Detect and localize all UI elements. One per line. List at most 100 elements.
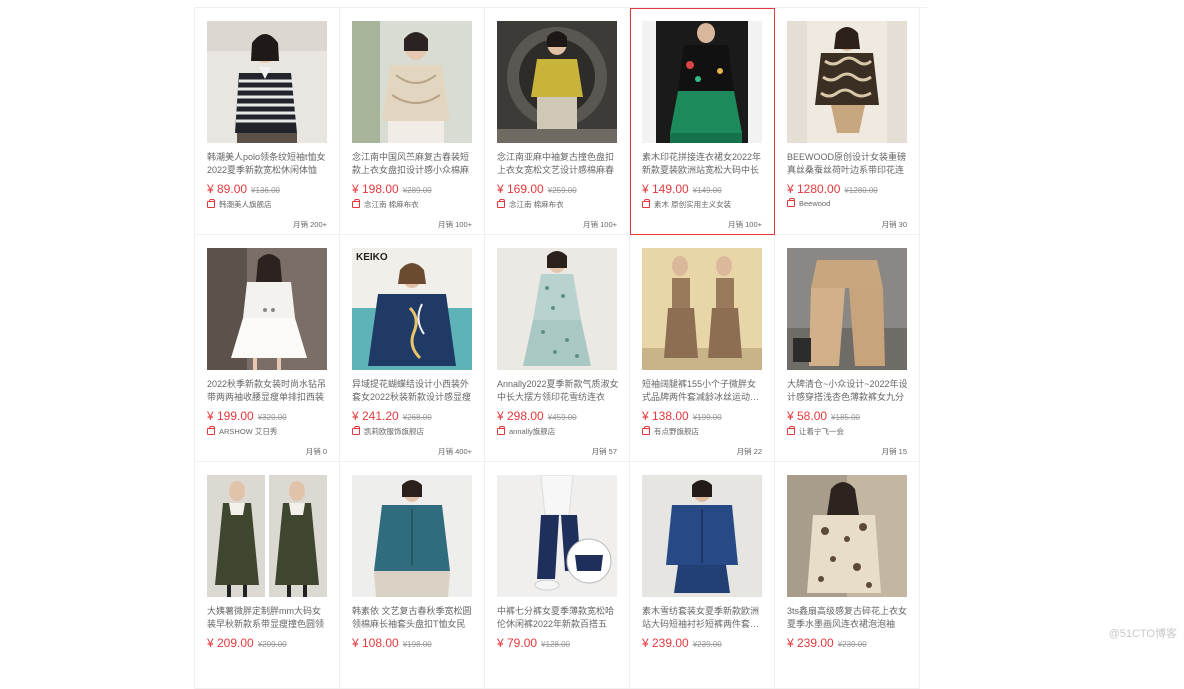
monthly-sales: 月销 100+: [728, 220, 762, 229]
shop-icon: [207, 199, 215, 208]
product-title[interactable]: 念江南亚麻中袖复古撞色盘扣上衣女宽松文艺设计感棉麻春: [497, 151, 619, 177]
product-card[interactable]: Annally2022夏季新款气质淑女中长大摆方领印花雪纺连衣 ¥ 298.00…: [485, 235, 630, 462]
product-title[interactable]: 素木印花拼接连衣裙女2022年新款夏装欧洲站宽松大码中长: [642, 151, 764, 177]
shop-link[interactable]: 让着宁飞一会: [787, 426, 844, 437]
product-image[interactable]: [497, 21, 617, 143]
product-price: ¥ 89.00: [207, 182, 248, 196]
original-price: ¥289.00: [402, 186, 432, 195]
product-image[interactable]: [787, 475, 907, 597]
shop-name: ARSHOW 艾日秀: [219, 427, 278, 436]
product-title[interactable]: 大牌清仓~小众设计~2022年设计感穿搭浅杏色薄款裤女九分: [787, 378, 909, 404]
product-price: ¥ 239.00: [642, 636, 689, 650]
original-price: ¥320.00: [257, 413, 287, 422]
shop-icon: [497, 426, 505, 435]
product-card[interactable]: 中裤七分裤女夏季薄款宽松哈伦休闲裤2022年新款百搭五 ¥ 79.00 ¥128.…: [485, 462, 630, 689]
product-title[interactable]: 素木雪纺套装女夏季新款欧洲站大码短袖衬衫短裤两件套2022: [642, 605, 764, 631]
product-title[interactable]: 短袖阔腿裤155小个子微胖女式品牌两件套减龄冰丝运动休闲: [642, 378, 764, 404]
product-card[interactable]: 韩潮美人polo领条纹短袖t恤女2022夏季新款宽松休闲体恤 ¥ 89.00 ¥1…: [195, 8, 340, 235]
site-watermark: @51CTO博客: [1108, 628, 1177, 640]
shop-link[interactable]: 念江南 棉麻布衣: [352, 199, 419, 210]
monthly-sales: 月销 15: [881, 447, 907, 456]
shop-link[interactable]: 素木 原创实用主义女装: [642, 199, 731, 210]
product-price: ¥ 209.00: [207, 636, 254, 650]
product-price: ¥ 241.20: [352, 409, 399, 423]
product-card[interactable]: 素木印花拼接连衣裙女2022年新款夏装欧洲站宽松大码中长 ¥ 149.00 ¥14…: [630, 8, 775, 235]
product-card[interactable]: 短袖阔腿裤155小个子微胖女式品牌两件套减龄冰丝运动休闲 ¥ 138.00¥19…: [630, 235, 775, 462]
shop-name: 凯莉欧服饰旗舰店: [364, 427, 424, 436]
original-price: ¥1280.00: [844, 186, 878, 195]
original-price: ¥149.00: [692, 186, 722, 195]
original-price: ¥259.00: [547, 186, 577, 195]
product-image[interactable]: [642, 21, 762, 143]
shop-link[interactable]: Beewood: [787, 198, 831, 208]
product-price: ¥ 169.00: [497, 182, 544, 196]
product-title[interactable]: 大姨薯微胖定制胖mm大码女装早秋新款系带显瘦撞色圆领: [207, 605, 329, 631]
product-card[interactable]: 素木雪纺套装女夏季新款欧洲站大码短袖衬衫短裤两件套2022 ¥ 239.00¥2…: [630, 462, 775, 689]
original-price: ¥459.00: [547, 413, 577, 422]
product-price: ¥ 198.00: [352, 182, 399, 196]
shop-icon: [352, 199, 360, 208]
original-price: ¥199.00: [692, 413, 722, 422]
shop-icon: [787, 426, 795, 435]
monthly-sales: 月销 57: [591, 447, 617, 456]
product-card[interactable]: BEEWOOD原创设计女装重磅真丝桑蚕丝荷叶边系带印花连 ¥ 1280.00 ¥1…: [775, 8, 920, 235]
product-title[interactable]: Annally2022夏季新款气质淑女中长大摆方领印花雪纺连衣: [497, 378, 619, 404]
product-card[interactable]: 韩素依 文艺复古春秋季宽松圆领棉麻长袖套头盘扣T恤女民 ¥ 108.00 ¥198…: [340, 462, 485, 689]
product-title[interactable]: BEEWOOD原创设计女装重磅真丝桑蚕丝荷叶边系带印花连: [787, 151, 909, 177]
product-price: ¥ 108.00: [352, 636, 399, 650]
product-card[interactable]: 念江南亚麻中袖复古撞色盘扣上衣女宽松文艺设计感棉麻春 ¥ 169.00 ¥259.…: [485, 8, 630, 235]
product-title[interactable]: 中裤七分裤女夏季薄款宽松哈伦休闲裤2022年新款百搭五: [497, 605, 619, 631]
product-image[interactable]: [497, 248, 617, 370]
product-card[interactable]: KEIKO 异域提花蝴蝶结设计小西装外套女2022秋装新款设计感显瘦 ¥ 241…: [340, 235, 485, 462]
monthly-sales: 月销 0: [305, 447, 327, 456]
product-price: ¥ 199.00: [207, 409, 254, 423]
product-card[interactable]: 念江南中国风苎麻复古春装短款上衣女盘扣设计感小众棉麻 ¥ 198.00 ¥289.…: [340, 8, 485, 235]
product-image[interactable]: [642, 248, 762, 370]
product-card[interactable]: 大姨薯微胖定制胖mm大码女装早秋新款系带显瘦撞色圆领 ¥ 209.00 ¥209.…: [195, 462, 340, 689]
product-image[interactable]: [207, 248, 327, 370]
product-image[interactable]: [352, 475, 472, 597]
shop-name: 让着宁飞一会: [799, 427, 844, 436]
product-price: ¥ 79.00: [497, 636, 538, 650]
shop-name: Beewood: [799, 199, 831, 208]
original-price: ¥268.00: [402, 413, 432, 422]
product-price: ¥ 138.00: [642, 409, 689, 423]
product-card[interactable]: 大牌清仓~小众设计~2022年设计感穿搭浅杏色薄款裤女九分 ¥ 58.00 ¥18…: [775, 235, 920, 462]
product-title[interactable]: 2022秋季新款女装时尚水钻吊带两两袖收腰显瘦单排扣西装: [207, 378, 329, 404]
product-price: ¥ 58.00: [787, 409, 828, 423]
monthly-sales: 月销 400+: [438, 447, 472, 456]
shop-link[interactable]: 凯莉欧服饰旗舰店: [352, 426, 424, 437]
product-card[interactable]: 3ts鑫扇高级感复古碎花上衣女夏季水墨画风连衣裙泡泡袖 ¥ 239.00 ¥239…: [775, 462, 920, 689]
monthly-sales: 月销 200+: [293, 220, 327, 229]
shop-link[interactable]: annally旗舰店: [497, 426, 555, 437]
shop-link[interactable]: ARSHOW 艾日秀: [207, 426, 277, 437]
shop-name: 念江南 棉麻布衣: [364, 200, 419, 209]
product-price: ¥ 298.00: [497, 409, 544, 423]
product-image[interactable]: [352, 21, 472, 143]
product-title[interactable]: 韩素依 文艺复古春秋季宽松圆领棉麻长袖套头盘扣T恤女民: [352, 605, 474, 631]
product-title[interactable]: 异域提花蝴蝶结设计小西装外套女2022秋装新款设计感显瘦: [352, 378, 474, 404]
product-title[interactable]: 3ts鑫扇高级感复古碎花上衣女夏季水墨画风连衣裙泡泡袖: [787, 605, 909, 631]
shop-icon: [642, 199, 650, 208]
product-title[interactable]: 念江南中国风苎麻复古春装短款上衣女盘扣设计感小众棉麻: [352, 151, 474, 177]
shop-icon: [642, 426, 650, 435]
product-image[interactable]: [207, 475, 327, 597]
monthly-sales: 月销 30: [881, 220, 907, 229]
shop-name: 有点野旗舰店: [654, 427, 699, 436]
product-card[interactable]: 2022秋季新款女装时尚水钻吊带两两袖收腰显瘦单排扣西装 ¥ 199.00 ¥32…: [195, 235, 340, 462]
product-price: ¥ 1280.00: [787, 182, 841, 196]
product-image[interactable]: [497, 475, 617, 597]
product-image[interactable]: KEIKO: [352, 248, 472, 370]
product-image[interactable]: [787, 21, 907, 143]
shop-link[interactable]: 韩潮美人旗舰店: [207, 199, 272, 210]
product-image[interactable]: [787, 248, 907, 370]
product-image[interactable]: [642, 475, 762, 597]
shop-link[interactable]: 念江南 棉麻布衣: [497, 199, 564, 210]
shop-link[interactable]: 有点野旗舰店: [642, 426, 699, 437]
monthly-sales: 月销 22: [736, 447, 762, 456]
original-price: ¥185.00: [831, 413, 860, 422]
product-image[interactable]: [207, 21, 327, 143]
shop-name: 素木 原创实用主义女装: [654, 200, 732, 209]
product-title[interactable]: 韩潮美人polo领条纹短袖t恤女2022夏季新款宽松休闲体恤: [207, 151, 329, 177]
shop-icon: [207, 426, 215, 435]
